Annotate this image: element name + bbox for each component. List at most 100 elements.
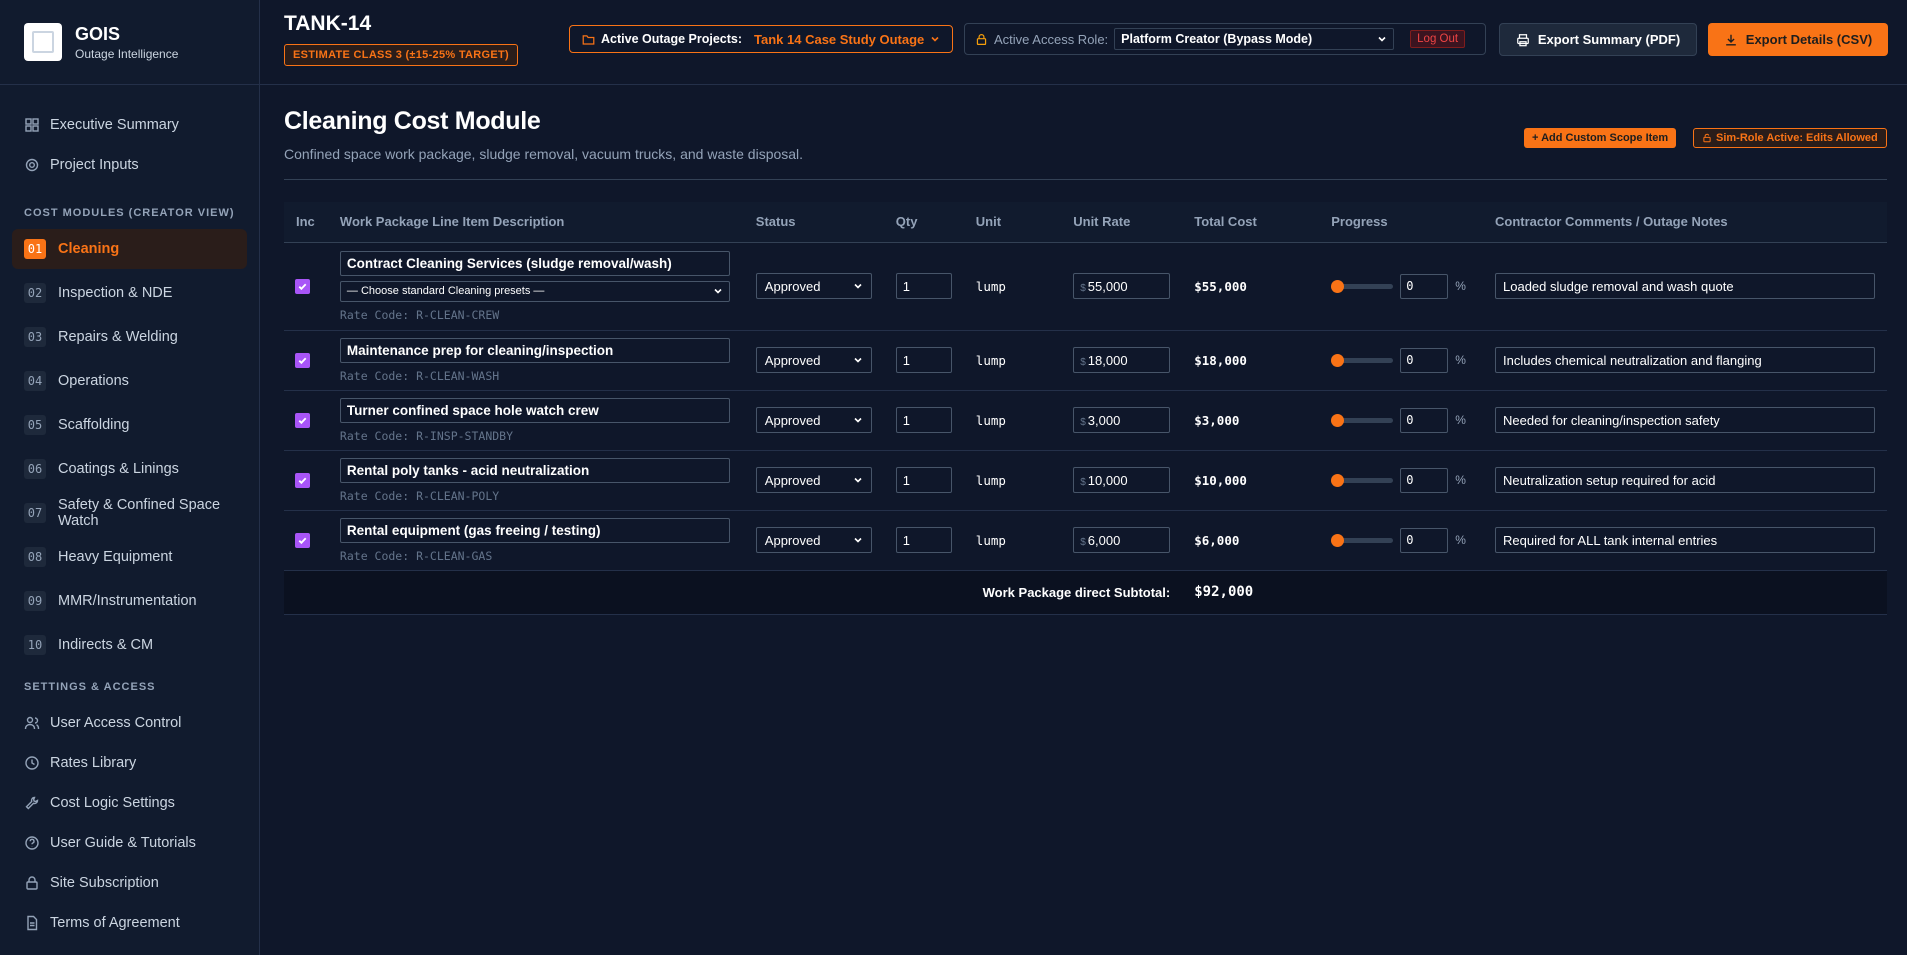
progress-control: 0% bbox=[1331, 407, 1471, 433]
sidebar-item-label: MMR/Instrumentation bbox=[58, 593, 197, 609]
sidebar-item-executive-summary[interactable]: Executive Summary bbox=[12, 105, 247, 145]
progress-input[interactable]: 0 bbox=[1400, 527, 1449, 553]
sidebar-item-site-subscription[interactable]: Site Subscription bbox=[12, 863, 247, 903]
column-header: Contractor Comments / Outage Notes bbox=[1483, 202, 1887, 243]
progress-input[interactable]: 0 bbox=[1400, 273, 1449, 299]
column-header: Progress bbox=[1319, 202, 1483, 243]
quantity-input[interactable]: 1 bbox=[895, 527, 952, 553]
module-number: 09 bbox=[24, 591, 46, 611]
progress-slider[interactable] bbox=[1331, 413, 1394, 427]
brand-logo-icon bbox=[24, 23, 62, 61]
progress-input[interactable]: 0 bbox=[1400, 347, 1449, 373]
status-select[interactable]: Approved bbox=[755, 467, 872, 493]
column-header: Total Cost bbox=[1182, 202, 1320, 243]
slider-knob[interactable] bbox=[1331, 413, 1345, 427]
sidebar-item-module-05[interactable]: 05 Scaffolding bbox=[12, 405, 247, 445]
include-checkbox[interactable] bbox=[295, 412, 310, 428]
sidebar-item-module-01[interactable]: 01 Cleaning bbox=[12, 229, 247, 269]
access-role-select[interactable]: Platform Creator (Bypass Mode) bbox=[1114, 28, 1395, 50]
sidebar-item-user-access-control[interactable]: User Access Control bbox=[12, 703, 247, 743]
chevron-down-icon bbox=[854, 477, 862, 483]
include-checkbox[interactable] bbox=[295, 532, 310, 548]
include-checkbox[interactable] bbox=[295, 278, 310, 294]
sidebar-nav: Executive Summary Project Inputs COST MO… bbox=[0, 85, 259, 955]
sidebar-item-label: Cost Logic Settings bbox=[50, 795, 175, 811]
logout-button[interactable]: Log Out bbox=[1410, 30, 1466, 48]
progress-slider[interactable] bbox=[1331, 279, 1394, 293]
unit-rate-input[interactable]: $3,000 bbox=[1073, 407, 1171, 433]
sidebar-item-module-08[interactable]: 08 Heavy Equipment bbox=[12, 537, 247, 577]
sidebar-item-module-03[interactable]: 03 Repairs & Welding bbox=[12, 317, 247, 357]
module-number: 01 bbox=[24, 239, 46, 259]
comment-input[interactable]: Loaded sludge removal and wash quote bbox=[1495, 273, 1875, 299]
comment-input[interactable]: Needed for cleaning/inspection safety bbox=[1495, 407, 1875, 433]
comment-input[interactable]: Includes chemical neutralization and fla… bbox=[1495, 347, 1875, 373]
description-input[interactable]: Rental equipment (gas freeing / testing) bbox=[339, 517, 730, 543]
comment-input[interactable]: Required for ALL tank internal entries bbox=[1495, 527, 1875, 553]
description-input[interactable]: Turner confined space hole watch crew bbox=[339, 397, 730, 423]
add-custom-scope-button[interactable]: + Add Custom Scope Item bbox=[1524, 128, 1677, 148]
progress-slider[interactable] bbox=[1331, 473, 1394, 487]
unit-rate-input[interactable]: $6,000 bbox=[1073, 527, 1171, 553]
include-checkbox[interactable] bbox=[295, 352, 310, 368]
sidebar-item-module-09[interactable]: 09 MMR/Instrumentation bbox=[12, 581, 247, 621]
chevron-down-icon bbox=[714, 288, 722, 294]
sidebar-item-rates-library[interactable]: Rates Library bbox=[12, 743, 247, 783]
preset-select[interactable]: — Choose standard Cleaning presets — bbox=[339, 280, 730, 302]
comment-input[interactable]: Neutralization setup required for acid bbox=[1495, 467, 1875, 493]
table-row: Contract Cleaning Services (sludge remov… bbox=[284, 242, 1887, 331]
sidebar-item-module-02[interactable]: 02 Inspection & NDE bbox=[12, 273, 247, 313]
export-csv-button[interactable]: Export Details (CSV) bbox=[1708, 23, 1888, 56]
folder-icon bbox=[582, 34, 595, 45]
chevron-down-icon bbox=[931, 36, 939, 42]
unit-rate-input[interactable]: $18,000 bbox=[1073, 347, 1171, 373]
unit-rate-input[interactable]: $55,000 bbox=[1073, 273, 1171, 299]
progress-input[interactable]: 0 bbox=[1400, 407, 1449, 433]
status-select[interactable]: Approved bbox=[755, 407, 872, 433]
slider-knob[interactable] bbox=[1331, 473, 1345, 487]
table-row: Rental equipment (gas freeing / testing)… bbox=[284, 510, 1887, 571]
quantity-input[interactable]: 1 bbox=[895, 347, 952, 373]
sidebar-item-label: Rates Library bbox=[50, 755, 137, 771]
include-checkbox[interactable] bbox=[295, 472, 310, 488]
settings-heading: SETTINGS & ACCESS bbox=[24, 681, 156, 693]
description-input[interactable]: Contract Cleaning Services (sludge remov… bbox=[339, 250, 730, 276]
progress-slider[interactable] bbox=[1331, 353, 1394, 367]
subtotal-row: Work Package direct Subtotal: $92,000 bbox=[284, 570, 1887, 615]
quantity-input[interactable]: 1 bbox=[895, 467, 952, 493]
module-number: 10 bbox=[24, 635, 46, 655]
progress-input[interactable]: 0 bbox=[1400, 467, 1449, 493]
status-select[interactable]: Approved bbox=[755, 273, 872, 299]
unit-rate-value: 18,000 bbox=[1087, 352, 1128, 368]
description-input[interactable]: Rental poly tanks - acid neutralization bbox=[339, 457, 730, 483]
subtotal-filler bbox=[1319, 570, 1887, 615]
module-number: 03 bbox=[24, 327, 46, 347]
sidebar-item-terms[interactable]: Terms of Agreement bbox=[12, 903, 247, 943]
table-header-row: Inc Work Package Line Item Description Sta… bbox=[284, 202, 1887, 243]
sidebar-item-cost-logic-settings[interactable]: Cost Logic Settings bbox=[12, 783, 247, 823]
module-number: 08 bbox=[24, 547, 46, 567]
quantity-input[interactable]: 1 bbox=[895, 407, 952, 433]
progress-slider[interactable] bbox=[1331, 533, 1394, 547]
download-icon bbox=[1725, 34, 1736, 46]
status-select[interactable]: Approved bbox=[755, 527, 872, 553]
status-select[interactable]: Approved bbox=[755, 347, 872, 373]
sidebar-item-project-inputs[interactable]: Project Inputs bbox=[12, 145, 247, 185]
sidebar-item-user-guide[interactable]: User Guide & Tutorials bbox=[12, 823, 247, 863]
cost-table: Inc Work Package Line Item Description Sta… bbox=[284, 202, 1887, 615]
quantity-input[interactable]: 1 bbox=[895, 273, 952, 299]
outage-project-selector[interactable]: Active Outage Projects: Tank 14 Case Stu… bbox=[569, 25, 954, 53]
total-cost: $10,000 bbox=[1194, 472, 1247, 488]
access-role-value: Platform Creator (Bypass Mode) bbox=[1121, 32, 1313, 46]
sidebar-item-module-07[interactable]: 07 Safety & Confined Space Watch bbox=[12, 493, 247, 533]
sidebar-item-module-10[interactable]: 10 Indirects & CM bbox=[12, 625, 247, 665]
slider-knob[interactable] bbox=[1331, 533, 1345, 547]
export-pdf-button[interactable]: Export Summary (PDF) bbox=[1499, 23, 1697, 56]
slider-knob[interactable] bbox=[1331, 279, 1345, 293]
sidebar-item-module-06[interactable]: 06 Coatings & Linings bbox=[12, 449, 247, 489]
slider-knob[interactable] bbox=[1331, 353, 1345, 367]
outage-value: Tank 14 Case Study Outage bbox=[754, 31, 925, 47]
unit-rate-input[interactable]: $10,000 bbox=[1073, 467, 1171, 493]
sidebar-item-module-04[interactable]: 04 Operations bbox=[12, 361, 247, 401]
description-input[interactable]: Maintenance prep for cleaning/inspection bbox=[339, 337, 730, 363]
